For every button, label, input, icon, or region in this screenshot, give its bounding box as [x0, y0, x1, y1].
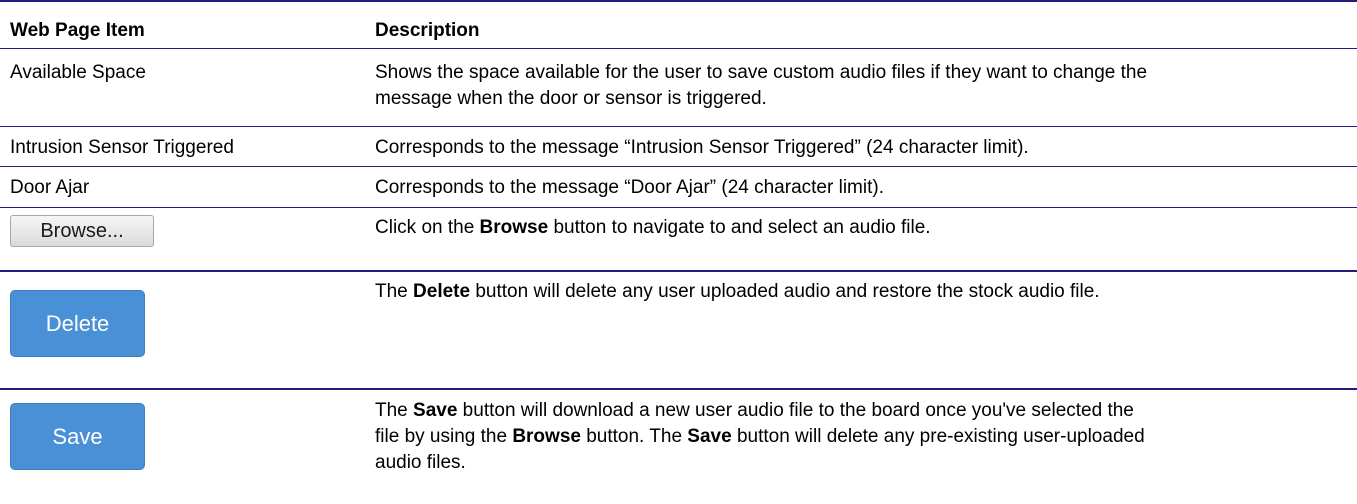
description-text: button will delete any pre-existing user…	[731, 426, 1145, 447]
header-description: Description	[375, 20, 480, 41]
description-bold-text: Browse	[512, 426, 581, 447]
table-row: Available Space Shows the space availabl…	[0, 48, 1357, 126]
description-text: The	[375, 400, 414, 421]
web-page-item-table: Web Page Item Description Available Spac…	[0, 0, 1357, 502]
table-row: Door Ajar Corresponds to the message “Do…	[0, 166, 1357, 207]
description-line: audio files.	[375, 452, 466, 473]
description-bold-text: Delete	[413, 281, 471, 302]
description-text: file by using the	[375, 426, 513, 447]
description-text: Click on the	[375, 217, 480, 238]
save-button[interactable]: Save	[10, 403, 145, 470]
description-text: The	[375, 281, 414, 302]
delete-button[interactable]: Delete	[10, 290, 145, 357]
header-web-page-item: Web Page Item	[10, 20, 145, 41]
description-browse: Click on the Browse button to navigate t…	[375, 215, 1347, 241]
description-line: The Save button will download a new user…	[375, 398, 1347, 424]
table-row: Save The Save button will download a new…	[0, 388, 1357, 502]
description-line: message when the door or sensor is trigg…	[375, 88, 767, 109]
description-text: button will delete any user uploaded aud…	[470, 281, 1100, 302]
item-door-ajar: Door Ajar	[10, 177, 90, 198]
description-text: button. The	[580, 426, 688, 447]
description-available-space: Shows the space available for the user t…	[375, 60, 1347, 112]
table-row: Intrusion Sensor Triggered Corresponds t…	[0, 126, 1357, 166]
browse-button[interactable]: Browse...	[10, 215, 154, 247]
description-line: Shows the space available for the user t…	[375, 62, 1148, 83]
table-row: Delete The Delete button will delete any…	[0, 270, 1357, 388]
table-header-row: Web Page Item Description	[0, 0, 1357, 48]
description-text: button to navigate to and select an audi…	[548, 217, 931, 238]
description-bold-text: Save	[413, 400, 458, 421]
table-row: Browse... Click on the Browse button to …	[0, 207, 1357, 270]
item-intrusion-sensor-triggered: Intrusion Sensor Triggered	[10, 137, 234, 158]
description-intrusion-sensor-triggered: Corresponds to the message “Intrusion Se…	[375, 137, 1029, 158]
description-bold-text: Save	[687, 426, 732, 447]
item-available-space: Available Space	[10, 62, 146, 83]
description-text: button will download a new user audio fi…	[457, 400, 1134, 421]
description-save: The Save button will download a new user…	[375, 398, 1347, 476]
description-bold-text: Browse	[479, 217, 549, 238]
description-line: file by using the Browse button. The Sav…	[375, 424, 1347, 450]
description-delete: The Delete button will delete any user u…	[375, 279, 1347, 305]
description-door-ajar: Corresponds to the message “Door Ajar” (…	[375, 177, 884, 198]
